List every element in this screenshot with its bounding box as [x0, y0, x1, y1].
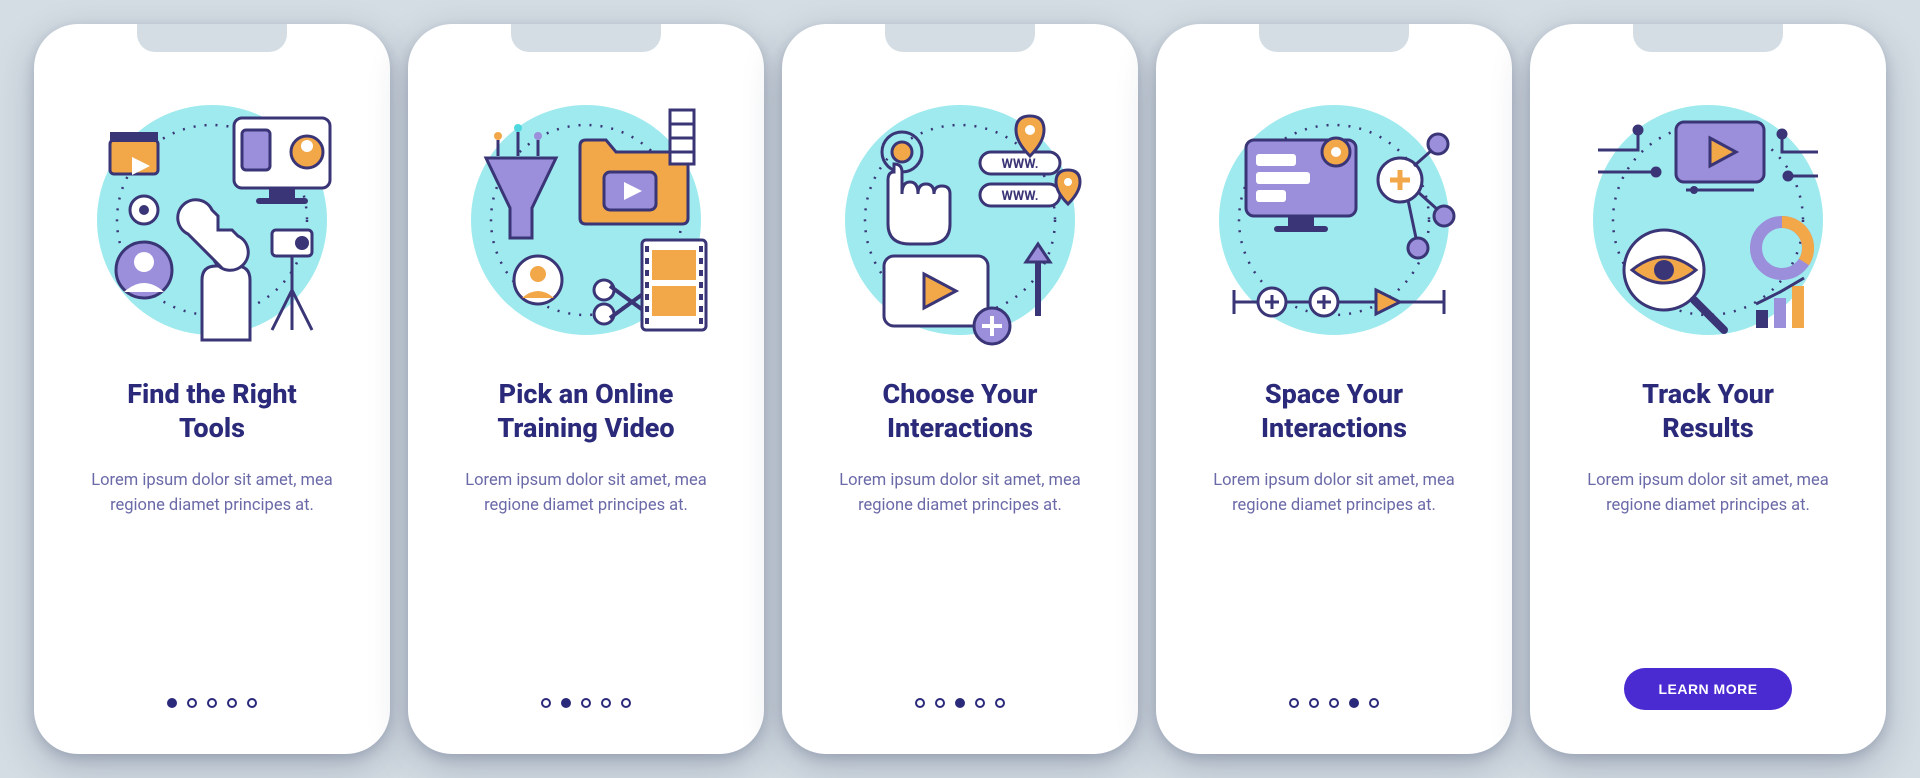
dot-5[interactable]	[247, 698, 257, 708]
dot-1[interactable]	[167, 698, 177, 708]
dot-1[interactable]	[915, 698, 925, 708]
pagination-dots	[167, 698, 257, 708]
funnel-video-folder-icon	[446, 80, 726, 360]
phone-notch	[885, 24, 1035, 52]
onboarding-screen-1: Find the Right Tools Lorem ipsum dolor s…	[34, 24, 390, 754]
screen-title: Choose Your Interactions	[883, 378, 1038, 446]
timeline-nodes-icon	[1194, 80, 1474, 360]
pagination-dots	[915, 698, 1005, 708]
screen-description: Lorem ipsum dolor sit amet, mea regione …	[1189, 468, 1479, 519]
dot-5[interactable]	[995, 698, 1005, 708]
screen-title: Track Your Results	[1642, 378, 1774, 446]
screen-title: Find the Right Tools	[127, 378, 297, 446]
phone-notch	[511, 24, 661, 52]
tools-video-setup-icon	[72, 80, 352, 360]
onboarding-screen-5: Track Your Results Lorem ipsum dolor sit…	[1530, 24, 1886, 754]
phone-notch	[1259, 24, 1409, 52]
dot-4[interactable]	[601, 698, 611, 708]
phone-notch	[1633, 24, 1783, 52]
dot-3[interactable]	[1329, 698, 1339, 708]
svg-text:WWW.: WWW.	[1001, 189, 1038, 204]
dot-4[interactable]	[975, 698, 985, 708]
screen-description: Lorem ipsum dolor sit amet, mea regione …	[67, 468, 357, 519]
onboarding-screen-2: Pick an Online Training Video Lorem ipsu…	[408, 24, 764, 754]
screen-description: Lorem ipsum dolor sit amet, mea regione …	[441, 468, 731, 519]
dot-2[interactable]	[1309, 698, 1319, 708]
learn-more-button[interactable]: LEARN MORE	[1624, 668, 1791, 710]
onboarding-screen-3: WWW. WWW. Choose Your Interactions Lorem…	[782, 24, 1138, 754]
phone-notch	[137, 24, 287, 52]
pagination-dots	[541, 698, 631, 708]
dot-3[interactable]	[955, 698, 965, 708]
dot-5[interactable]	[1369, 698, 1379, 708]
svg-text:WWW.: WWW.	[1001, 157, 1038, 172]
dot-3[interactable]	[207, 698, 217, 708]
onboarding-screen-4: Space Your Interactions Lorem ipsum dolo…	[1156, 24, 1512, 754]
dot-4[interactable]	[1349, 698, 1359, 708]
dot-1[interactable]	[541, 698, 551, 708]
pagination-dots	[1289, 698, 1379, 708]
dot-2[interactable]	[561, 698, 571, 708]
dot-2[interactable]	[935, 698, 945, 708]
touch-links-play-icon: WWW. WWW.	[820, 80, 1100, 360]
screen-title: Space Your Interactions	[1261, 378, 1407, 446]
dot-4[interactable]	[227, 698, 237, 708]
dot-5[interactable]	[621, 698, 631, 708]
dot-2[interactable]	[187, 698, 197, 708]
screen-description: Lorem ipsum dolor sit amet, mea regione …	[815, 468, 1105, 519]
screen-description: Lorem ipsum dolor sit amet, mea regione …	[1563, 468, 1853, 519]
dot-1[interactable]	[1289, 698, 1299, 708]
dot-3[interactable]	[581, 698, 591, 708]
screen-title: Pick an Online Training Video	[497, 378, 674, 446]
analytics-magnify-icon	[1568, 80, 1848, 360]
